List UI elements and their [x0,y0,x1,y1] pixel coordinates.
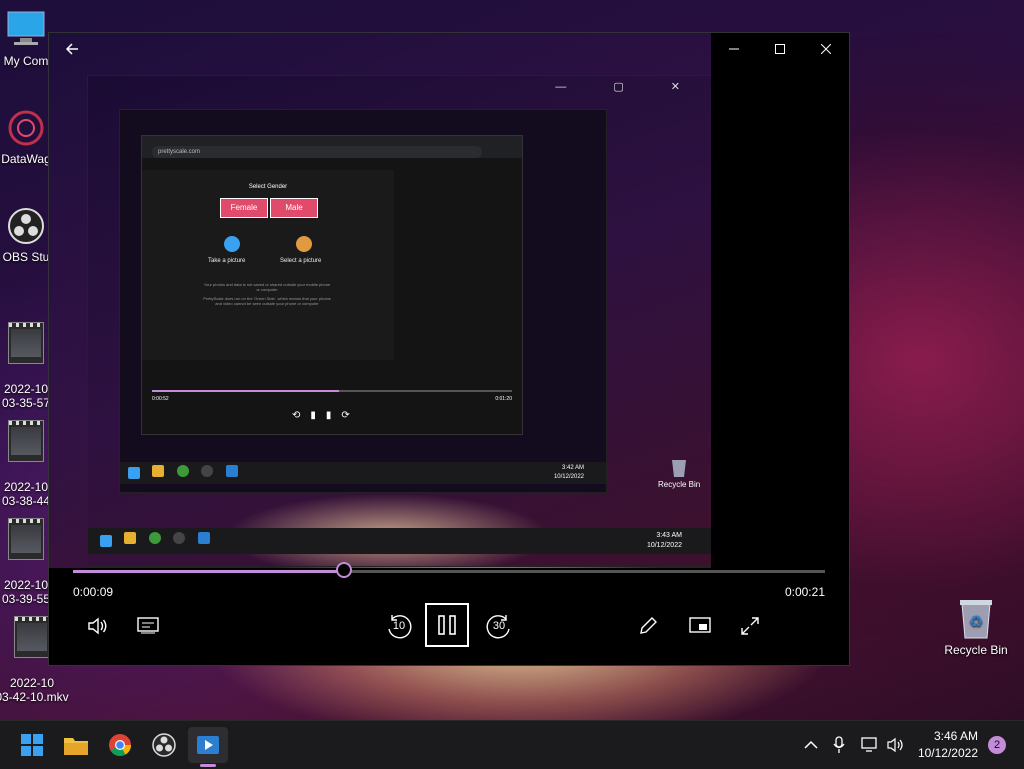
tray-overflow-button[interactable] [800,721,822,769]
minimize-icon [729,48,739,50]
active-app-indicator [200,764,216,767]
obs-icon [152,733,176,757]
pause-icon [438,615,456,635]
video-file-icon [8,322,44,364]
miniplayer-icon [689,617,711,633]
volume-icon [887,737,903,753]
chrome-icon [109,734,131,756]
maximize-icon [775,44,785,54]
taskbar-chrome[interactable] [100,727,140,763]
recursive-clock: 3:43 AM [656,532,682,539]
inner-select-picture: Select a picture [280,258,322,264]
inner-note-1: Your photos and data is not saved or sha… [203,282,331,292]
back-button[interactable] [49,33,95,65]
captions-icon [137,617,159,634]
inner-address-bar: prettyscale.com [152,146,482,158]
folder-icon [64,738,88,755]
captions-button[interactable] [135,613,161,639]
video-file-icon [8,420,44,462]
rewind-button[interactable]: 10 [383,611,415,643]
desktop-icon-recycle-bin[interactable]: ♻ Recycle Bin [940,596,1012,657]
inner-select-gender: Select Gender [248,184,288,190]
current-time: 0:00:09 [73,585,114,599]
inner-female-button: Female [220,198,268,218]
forward-label: 30 [492,620,506,632]
total-time: 0:00:21 [784,585,825,599]
clock-time: 3:46 AM [933,729,978,743]
fullscreen-button[interactable] [737,613,763,639]
rewind-label: 10 [392,620,406,632]
video-file-icon [14,616,50,658]
windows-start-icon [21,734,43,756]
taskbar-media-player[interactable] [188,727,228,763]
inner-page: Select Gender Female Male Take a picture… [142,170,394,360]
tray-microphone[interactable] [828,721,850,769]
notification-badge[interactable]: 2 [988,736,1006,754]
desktop-icon-label: 2022-10 03-42-10.mkv [0,676,69,704]
miniplayer-button[interactable] [687,615,713,637]
recycle-bin-label: Recycle Bin [944,643,1008,657]
microphone-icon [833,736,845,753]
player-titlebar [49,33,849,65]
video-file-icon [8,518,44,560]
taskbar-file-explorer[interactable] [56,727,96,763]
inner-note-2: PrettyScale does run on the 'Green Side'… [203,296,331,306]
pause-button[interactable] [425,603,469,647]
obs-icon [4,206,48,246]
edit-button[interactable] [635,613,661,639]
tray-network[interactable] [858,721,882,769]
inner-time-end: 0:01:20 [495,396,512,402]
inner-take-picture: Take a picture [208,258,246,264]
inner-time-start: 0:00:52 [152,396,169,402]
close-button[interactable] [803,33,849,65]
minimize-button[interactable] [711,33,757,65]
clock-date: 10/12/2022 [917,746,978,760]
recursive-browser-window: prettyscale.com Select Gender Female Mal… [141,135,523,435]
volume-button[interactable] [85,613,111,639]
seek-bar-fill [73,570,344,573]
start-button[interactable] [12,727,52,763]
pencil-icon [640,617,657,634]
taskbar: 3:46 AM 10/12/2022 2 [0,720,1024,769]
recursive-recycle-label: Recycle Bin [658,480,701,489]
seek-bar-thumb[interactable] [335,562,352,578]
seek-bar[interactable] [73,562,825,578]
forward-button[interactable]: 30 [483,611,515,643]
tray-volume[interactable] [884,721,908,769]
recursive-date: 10/12/2022 [646,542,682,549]
inner-clock: 3:42 AM [561,465,584,471]
network-icon [861,737,877,752]
inner-date: 10/12/2022 [553,474,584,480]
datawag-icon [4,108,48,148]
media-player-window: — ▢ ✕ 3:43 AM 10/12/2022 Recycle Bin 3:4… [48,32,850,666]
svg-text:♻: ♻ [969,612,983,631]
volume-icon [88,617,107,635]
recycle-bin-icon: ♻ [960,600,992,639]
computer-icon [4,10,48,50]
taskbar-obs[interactable] [144,727,184,763]
arrow-left-icon [65,43,78,55]
chevron-up-icon [804,740,818,749]
inner-male-button: Male [270,198,318,218]
media-player-icon [197,736,219,754]
taskbar-clock[interactable]: 3:46 AM 10/12/2022 [918,728,978,762]
maximize-button[interactable] [757,33,803,65]
recursive-taskbar: 3:43 AM 10/12/2022 [88,528,711,554]
fullscreen-icon [741,617,759,635]
close-icon [821,44,831,54]
video-frame: — ▢ ✕ 3:43 AM 10/12/2022 Recycle Bin 3:4… [49,33,711,568]
